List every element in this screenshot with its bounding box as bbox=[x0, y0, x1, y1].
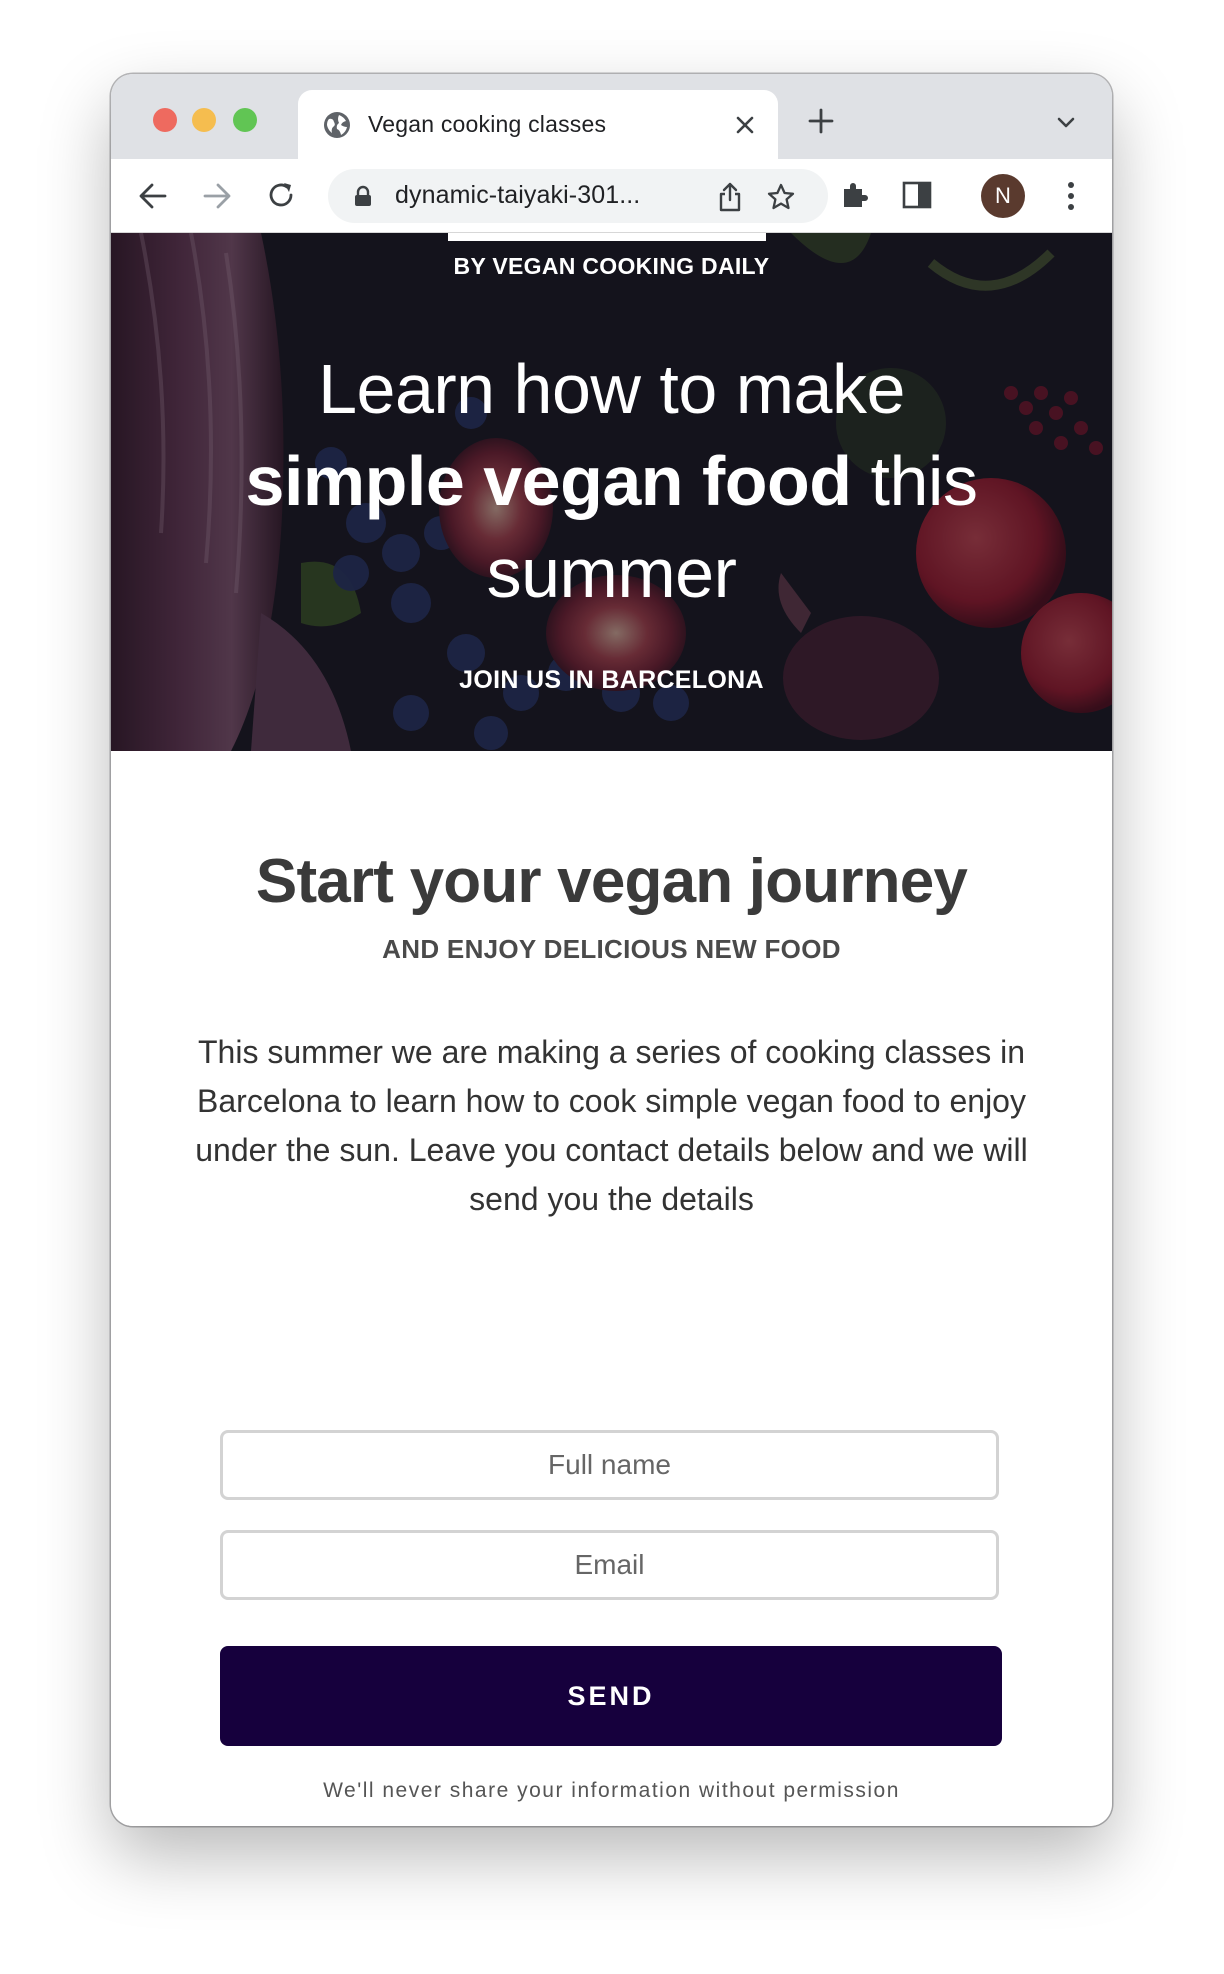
tab-strip: Vegan cooking classes bbox=[111, 74, 1112, 160]
send-button[interactable]: SEND bbox=[220, 1646, 1002, 1746]
more-menu-icon[interactable] bbox=[1066, 179, 1076, 213]
headline-after-bold: this bbox=[851, 442, 978, 520]
share-icon[interactable] bbox=[716, 182, 744, 212]
headline-line-2: simple vegan food this bbox=[111, 435, 1112, 527]
minimize-window-button[interactable] bbox=[192, 108, 216, 132]
hero-top-bar bbox=[448, 233, 766, 241]
url-text: dynamic-taiyaki-301... bbox=[395, 181, 641, 209]
forward-arrow-icon[interactable] bbox=[202, 182, 232, 210]
back-arrow-icon[interactable] bbox=[138, 182, 168, 210]
headline-line-1: Learn how to make bbox=[318, 350, 905, 428]
tab-title: Vegan cooking classes bbox=[368, 111, 607, 137]
page-title: Start your vegan journey bbox=[255, 847, 968, 916]
hero-cta-text: JOIN US IN BARCELONA bbox=[459, 666, 764, 694]
address-bar[interactable]: dynamic-taiyaki-301... bbox=[328, 169, 828, 223]
chevron-down-icon[interactable] bbox=[1056, 113, 1076, 133]
headline-bold: simple vegan food bbox=[245, 442, 853, 520]
zoom-window-button[interactable] bbox=[233, 108, 257, 132]
new-tab-icon[interactable] bbox=[807, 107, 835, 135]
full-name-input[interactable] bbox=[220, 1430, 999, 1500]
lock-icon bbox=[355, 185, 371, 206]
reload-icon[interactable] bbox=[266, 180, 296, 210]
bookmark-star-icon[interactable] bbox=[766, 182, 796, 212]
email-input[interactable] bbox=[220, 1530, 999, 1600]
page-content: BY VEGAN COOKING DAILY Learn how to make… bbox=[111, 233, 1112, 1826]
browser-window: Vegan cooking classes dynamic-taiyaki-30… bbox=[111, 74, 1112, 1826]
privacy-note: We'll never share your information witho… bbox=[323, 1779, 900, 1802]
hero-byline: BY VEGAN COOKING DAILY bbox=[453, 253, 770, 279]
page-subtitle: AND ENJOY DELICIOUS NEW FOOD bbox=[382, 934, 841, 964]
globe-icon bbox=[324, 112, 350, 138]
extensions-puzzle-icon[interactable] bbox=[839, 179, 871, 211]
hero-headline: Learn how to make simple vegan food this… bbox=[111, 343, 1112, 619]
close-window-button[interactable] bbox=[153, 108, 177, 132]
side-panel-icon[interactable] bbox=[902, 181, 932, 209]
browser-toolbar: dynamic-taiyaki-301... N bbox=[111, 159, 1112, 233]
tab-active[interactable]: Vegan cooking classes bbox=[298, 90, 778, 160]
headline-line-3: summer bbox=[486, 534, 737, 612]
close-icon[interactable] bbox=[734, 114, 756, 136]
hero-banner: BY VEGAN COOKING DAILY Learn how to make… bbox=[111, 233, 1112, 751]
profile-avatar[interactable]: N bbox=[981, 174, 1025, 218]
page-description: This summer we are making a series of co… bbox=[195, 1034, 1028, 1217]
